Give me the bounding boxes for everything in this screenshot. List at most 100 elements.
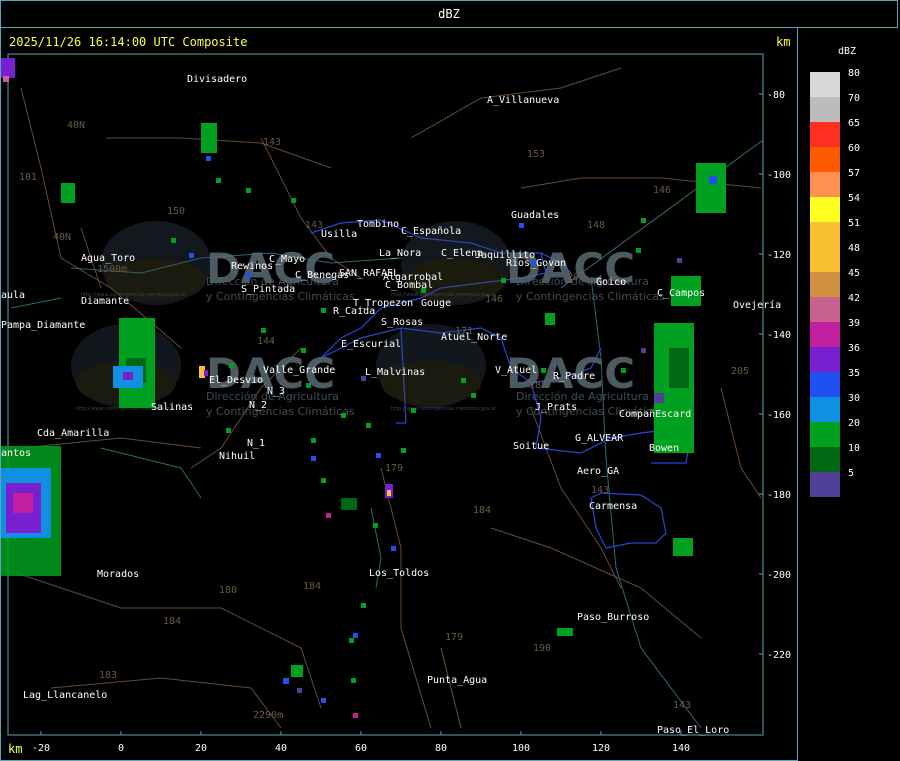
legend-label-80: 80 xyxy=(848,68,861,79)
place-label-51: Paso_El_Loro xyxy=(657,725,729,736)
place-label-17: C_Bombal xyxy=(385,280,433,291)
legend-label-35: 35 xyxy=(848,368,861,379)
place-label-2: Tombino xyxy=(357,219,399,230)
place-label-27: E_Escurial xyxy=(341,339,401,350)
legend-label-70: 70 xyxy=(848,93,861,104)
place-label-37: Salinas xyxy=(151,402,193,413)
route-number-5: 143 xyxy=(305,220,323,231)
legend-label-54: 54 xyxy=(848,193,861,204)
x-tick-0: -20 xyxy=(32,743,50,754)
place-label-39: G_ALVEAR xyxy=(575,433,624,444)
route-number-3: 148 xyxy=(587,220,605,231)
y-tick-6: -200 xyxy=(767,570,791,581)
legend-label-51: 51 xyxy=(848,218,861,229)
route-number-15: 184 xyxy=(473,505,491,516)
y-tick-2: -120 xyxy=(767,250,791,261)
x-tick-8: 140 xyxy=(672,743,690,754)
legend-swatch-57 xyxy=(810,172,840,197)
place-label-36: CompañEscard xyxy=(619,409,691,420)
watermark-dacc: DACC DACC DACC DACC Dirección de Agricul… xyxy=(71,221,665,418)
place-label-47: Los_Toldos xyxy=(369,568,429,579)
legend-swatch-39 xyxy=(810,322,840,347)
legend-swatch-70 xyxy=(810,97,840,122)
route-number-6: 203 xyxy=(567,272,585,283)
legend-label-45: 45 xyxy=(848,268,861,279)
place-label-44: Aero_GA xyxy=(577,466,619,477)
y-tick-5: -180 xyxy=(767,490,791,501)
route-number-20: 179 xyxy=(445,632,463,643)
legend-label-60: 60 xyxy=(848,143,861,154)
place-label-24: R_Caida xyxy=(333,306,375,317)
place-label-32: El_Desvio xyxy=(209,375,263,386)
route-number-1: 153 xyxy=(527,149,545,160)
x-tick-1: 0 xyxy=(118,743,124,754)
place-label-1: A_Villanueva xyxy=(487,95,559,106)
place-label-50: Lag_Llancanelo xyxy=(23,690,107,701)
route-number-4: 150 xyxy=(167,206,185,217)
y-tick-1: -100 xyxy=(767,170,791,181)
place-label-40: Bowen xyxy=(649,443,679,454)
route-number-7: 40N xyxy=(67,120,85,131)
place-label-31: R_Padre xyxy=(553,371,595,382)
legend-label-10: 10 xyxy=(848,443,861,454)
x-axis-unit: km xyxy=(8,742,23,756)
route-number-16: 180 xyxy=(219,585,237,596)
elevation-label-1: 1500m xyxy=(97,264,127,275)
route-number-23: 143 xyxy=(673,700,691,711)
place-label-29: L_Malvinas xyxy=(365,367,425,378)
place-label-13: C_Mayo xyxy=(269,254,305,265)
place-label-12: Rewinos xyxy=(231,261,273,272)
legend-swatch-65 xyxy=(810,122,840,147)
route-number-17: 184 xyxy=(303,581,321,592)
place-label-11: Agua_Toro xyxy=(81,253,135,264)
place-label-33: N_3 xyxy=(267,386,285,397)
radar-map-panel[interactable]: DACC DACC DACC DACC Dirección de Agricul… xyxy=(0,28,798,761)
legend-label-36: 36 xyxy=(848,343,861,354)
place-label-26: Atuel_Norte xyxy=(441,332,507,343)
legend-swatch-36 xyxy=(810,347,840,372)
place-label-23: Pampa_Diamante xyxy=(1,320,85,331)
route-number-12: 205 xyxy=(731,366,749,377)
y-tick-0: -80 xyxy=(767,90,785,101)
x-tick-3: 40 xyxy=(275,743,287,754)
route-number-14: 179 xyxy=(385,463,403,474)
place-label-38: Cda_Amarilla xyxy=(37,428,109,439)
place-label-28: Valle_Grande xyxy=(263,365,335,376)
legend-swatch-45 xyxy=(810,272,840,297)
place-label-5: Guadales xyxy=(511,210,559,221)
watermark-url-4: http://www.contingencias.mendoza.gov.ar xyxy=(391,406,497,412)
place-label-53: Diamante xyxy=(81,296,129,307)
legend-label-20: 20 xyxy=(848,418,861,429)
watermark-line2-2: y Contingencias Climáticas xyxy=(516,290,665,303)
place-label-0: Divisadero xyxy=(187,74,247,85)
elevation-label-2: 2290m xyxy=(253,710,283,721)
place-label-9: Rios_Govan xyxy=(506,258,566,269)
place-label-52: aula xyxy=(1,290,25,301)
legend-label-48: 48 xyxy=(848,243,861,254)
x-tick-7: 120 xyxy=(592,743,610,754)
legend-label-30: 30 xyxy=(848,393,861,404)
place-label-35: J_Prats xyxy=(535,402,577,413)
legend-label-42: 42 xyxy=(848,293,861,304)
route-number-9: 40N xyxy=(53,232,71,243)
place-label-21: C_Campos xyxy=(657,288,705,299)
legend-swatch-42 xyxy=(810,297,840,322)
route-number-18: 184 xyxy=(163,616,181,627)
x-tick-2: 20 xyxy=(195,743,207,754)
route-number-11: 171 xyxy=(455,326,473,337)
place-label-3: Usilla xyxy=(321,229,357,240)
place-label-48: Paso_Burroso xyxy=(577,612,649,623)
radar-map[interactable]: DACC DACC DACC DACC Dirección de Agricul… xyxy=(1,28,799,761)
legend-swatch-20 xyxy=(810,422,840,447)
legend-swatch-51 xyxy=(810,222,840,247)
place-label-18: S_Pintada xyxy=(241,284,295,295)
y-tick-3: -140 xyxy=(767,330,791,341)
route-number-24: 146 xyxy=(485,294,503,305)
legend-label-65: 65 xyxy=(848,118,861,129)
legend-label-39: 39 xyxy=(848,318,861,329)
place-label-20: Gouge xyxy=(421,298,451,309)
route-number-2: 146 xyxy=(653,185,671,196)
header-title: dBZ xyxy=(438,7,460,21)
x-tick-6: 100 xyxy=(512,743,530,754)
route-number-22: 143 xyxy=(591,485,609,496)
